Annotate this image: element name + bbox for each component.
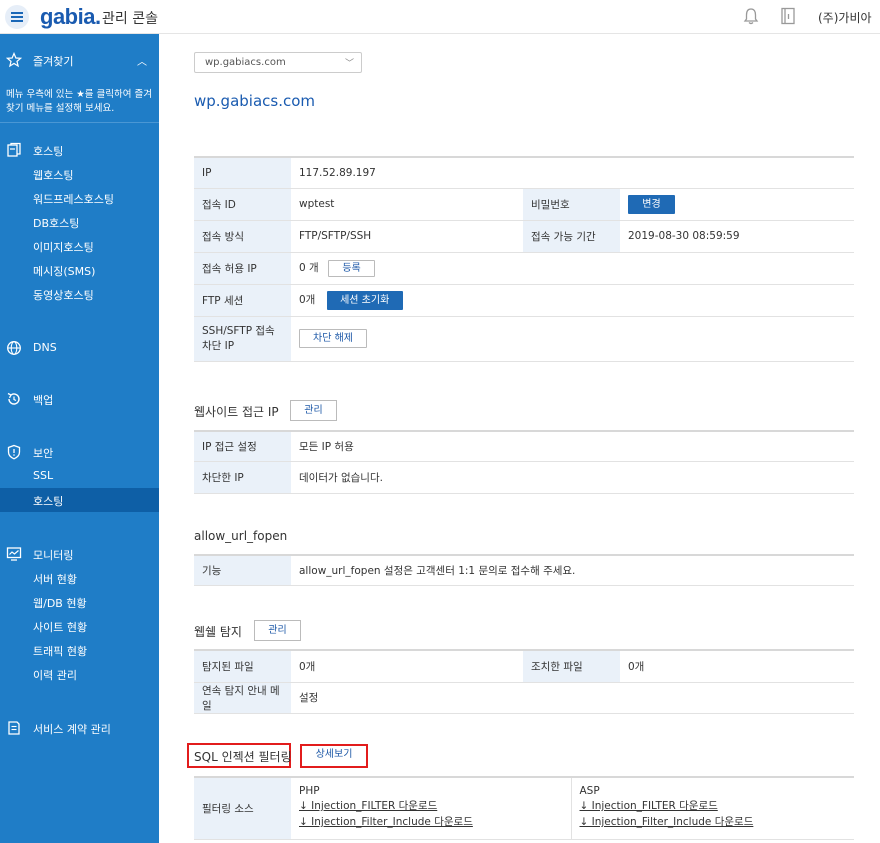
sidebar-item-backup[interactable]: 백업 (33, 392, 53, 408)
function-label: 기능 (194, 554, 291, 586)
sidebar-item-dns[interactable]: DNS (33, 341, 57, 354)
favorites-desc: 메뉴 우측에 있는 ★를 클릭하여 즐겨찾기 메뉴를 설정해 보세요. (6, 89, 152, 114)
sql-detail-button[interactable]: 상세보기 (305, 747, 363, 765)
console-title: 관리 콘솔 (102, 11, 158, 27)
favorites-title[interactable]: 즐겨찾기 (33, 53, 73, 69)
web-access-manage-button[interactable]: 관리 (290, 400, 337, 421)
detected-files-value: 0개 (291, 649, 523, 683)
sidebar-item-security[interactable]: 보안 (33, 445, 53, 461)
sidebar-item-video-hosting[interactable]: 동영상호스팅 (33, 287, 94, 303)
allowed-ip-label: 접속 허용 IP (194, 252, 291, 285)
sidebar-item-wordpress-hosting[interactable]: 워드프레스호스팅 (33, 191, 114, 207)
php-injection-filter-download-link[interactable]: ↓ Injection_FILTER 다운로드 (299, 798, 563, 814)
ftp-session-label: FTP 세션 (194, 284, 291, 317)
domain-select-value: wp.gabiacs.com (205, 57, 286, 68)
asp-label: ASP (579, 785, 600, 797)
asp-injection-filter-download-link[interactable]: ↓ Injection_FILTER 다운로드 (580, 798, 847, 814)
php-injection-filter-include-download-link[interactable]: ↓ Injection_Filter_Include 다운로드 (299, 814, 563, 830)
top-bar: gabia. 관리 콘솔 (주)가비아 (0, 0, 880, 34)
access-period-value: 2019-08-30 08:59:59 (620, 220, 854, 253)
unblock-button[interactable]: 차단 해제 (299, 329, 367, 348)
sidebar-active-highlight (0, 488, 159, 512)
sidebar-item-contract[interactable]: 서비스 계약 관리 (33, 721, 111, 737)
chevron-down-icon: ﹀ (344, 59, 354, 69)
asp-injection-filter-include-download-link[interactable]: ↓ Injection_Filter_Include 다운로드 (580, 814, 847, 830)
contract-icon (8, 721, 20, 735)
sidebar-item-sms[interactable]: 메시징(SMS) (33, 263, 95, 279)
gabia-logo[interactable]: gabia. (40, 4, 101, 30)
access-method-label: 접속 방식 (194, 220, 291, 253)
favorites-section: 즐겨찾기 ︿ 메뉴 우측에 있는 ★를 클릭하여 즐겨찾기 메뉴를 설정해 보세… (0, 34, 159, 123)
register-ip-button[interactable]: 등록 (328, 259, 376, 277)
notice-book-icon[interactable] (780, 7, 796, 25)
php-label: PHP (299, 785, 320, 797)
sidebar-item-server-status[interactable]: 서버 현황 (33, 571, 77, 587)
bell-icon[interactable] (743, 7, 759, 25)
hosting-icon (7, 142, 21, 157)
shield-icon (7, 444, 21, 460)
domain-select[interactable]: wp.gabiacs.com ﹀ (194, 52, 362, 73)
access-method-value: FTP/SFTP/SSH (291, 220, 523, 253)
detection-mail-value: 설정 (291, 682, 854, 714)
company-menu[interactable]: (주)가비아 (818, 9, 872, 26)
backup-icon (7, 392, 20, 405)
access-id-label: 접속 ID (194, 188, 291, 221)
sidebar-item-web-hosting[interactable]: 웹호스팅 (33, 167, 73, 183)
webshell-manage-button[interactable]: 관리 (254, 620, 301, 641)
reset-session-button[interactable]: 세션 초기화 (326, 290, 403, 310)
sidebar-item-image-hosting[interactable]: 이미지호스팅 (33, 239, 94, 255)
password-label: 비밀번호 (523, 188, 620, 221)
web-access-ip-title: 웹사이트 접근 IP (194, 405, 279, 419)
sidebar-item-security-hosting[interactable]: 호스팅 (33, 493, 63, 509)
sidebar-item-traffic-status[interactable]: 트래픽 현황 (33, 643, 87, 659)
monitor-icon (6, 547, 22, 561)
ssh-blocked-ip-label: SSH/SFTP 접속 차단 IP (194, 316, 291, 362)
sidebar-item-site-status[interactable]: 사이트 현황 (33, 619, 87, 635)
allow-url-fopen-table: 기능 allow_url_fopen 설정은 고객센터 1:1 문의로 접수해 … (194, 554, 854, 586)
allowed-ip-count: 0 개 (299, 261, 319, 274)
webshell-table: 탐지된 파일 0개 조치한 파일 0개 연속 탐지 안내 메일 설정 (194, 649, 854, 714)
filter-source-label: 필터링 소스 (194, 776, 291, 840)
globe-icon (7, 341, 21, 355)
sql-injection-title: SQL 인젝션 필터링 (194, 750, 292, 764)
ip-access-setting-value: 모든 IP 허용 (291, 430, 854, 462)
detected-files-label: 탐지된 파일 (194, 649, 291, 683)
access-period-label: 접속 가능 기간 (523, 220, 620, 253)
ip-value: 117.52.89.197 (291, 156, 854, 189)
function-value: allow_url_fopen 설정은 고객센터 1:1 문의로 접수해 주세요… (291, 554, 854, 586)
sidebar-item-db-hosting[interactable]: DB호스팅 (33, 215, 79, 231)
handled-files-value: 0개 (620, 649, 854, 683)
connection-info-table: IP 117.52.89.197 접속 ID wptest 비밀번호 변경 접속… (194, 156, 854, 362)
sidebar-item-monitoring[interactable]: 모니터링 (33, 547, 73, 563)
sidebar: 즐겨찾기 ︿ 메뉴 우측에 있는 ★를 클릭하여 즐겨찾기 메뉴를 설정해 보세… (0, 34, 159, 843)
blocked-ip-label: 차단한 IP (194, 461, 291, 494)
star-icon (6, 52, 22, 68)
sidebar-item-ssl[interactable]: SSL (33, 469, 53, 482)
handled-files-label: 조치한 파일 (523, 649, 620, 683)
detection-mail-label: 연속 탐지 안내 메일 (194, 682, 291, 714)
webshell-detection-title: 웹쉘 탐지 (194, 625, 242, 639)
sql-filter-table: 필터링 소스 PHP ↓ Injection_FILTER 다운로드 ↓ Inj… (194, 776, 854, 840)
menu-icon[interactable] (5, 5, 29, 29)
ip-access-setting-label: IP 접근 설정 (194, 430, 291, 462)
blocked-ip-value: 데이터가 없습니다. (291, 461, 854, 494)
allow-url-fopen-title: allow_url_fopen (194, 529, 288, 543)
ftp-session-count: 0개 (299, 293, 316, 306)
ip-label: IP (194, 156, 291, 189)
sidebar-item-web-db-status[interactable]: 웹/DB 현황 (33, 595, 87, 611)
page-title: wp.gabiacs.com (194, 92, 316, 110)
access-id-value: wptest (291, 188, 523, 221)
change-password-button[interactable]: 변경 (628, 194, 675, 214)
sidebar-item-history[interactable]: 이력 관리 (33, 667, 77, 683)
web-access-table: IP 접근 설정 모든 IP 허용 차단한 IP 데이터가 없습니다. (194, 430, 854, 494)
sidebar-item-hosting[interactable]: 호스팅 (33, 143, 63, 159)
chevron-up-icon[interactable]: ︿ (137, 53, 147, 68)
main-content: wp.gabiacs.com ﹀ wp.gabiacs.com IP 117.5… (159, 34, 880, 843)
